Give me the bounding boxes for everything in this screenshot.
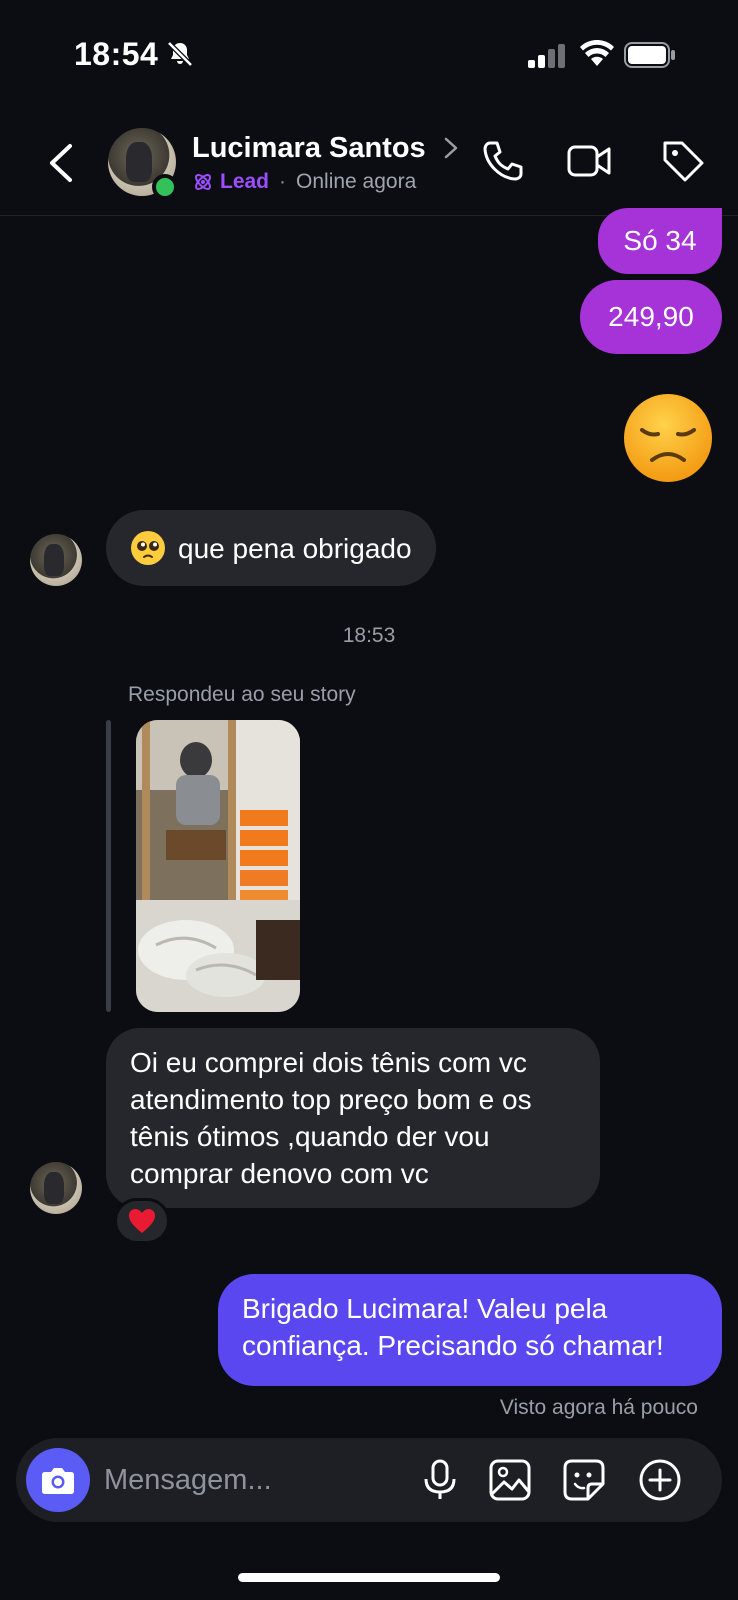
- video-call-icon[interactable]: [566, 138, 612, 184]
- chat-header: Lucimara Santos Lead · Online agora: [0, 110, 738, 216]
- disappointed-face-icon[interactable]: [622, 392, 714, 484]
- story-reply-bar: [106, 720, 111, 1012]
- story-thumbnail[interactable]: [136, 720, 300, 1012]
- contact-avatar-small[interactable]: [30, 1162, 82, 1214]
- incoming-message[interactable]: Oi eu comprei dois tênis com vc atendime…: [106, 1028, 600, 1208]
- lead-label: Lead: [220, 170, 270, 193]
- incoming-message[interactable]: que pena obrigado: [106, 510, 436, 586]
- message-composer: [16, 1438, 722, 1522]
- home-indicator[interactable]: [238, 1573, 500, 1582]
- outgoing-message[interactable]: 249,90: [580, 280, 722, 354]
- chevron-right-icon[interactable]: [442, 134, 460, 162]
- heart-icon: [129, 1209, 155, 1233]
- pleading-face-icon: [131, 531, 165, 565]
- contact-subtitle: Lead · Online agora: [192, 170, 416, 194]
- online-status-dot: [152, 174, 178, 200]
- lead-atom-icon: [195, 174, 211, 190]
- outgoing-message[interactable]: Brigado Lucimara! Valeu pela confiança. …: [218, 1274, 722, 1386]
- reaction-badge[interactable]: [114, 1198, 170, 1244]
- phone-icon[interactable]: [480, 138, 526, 184]
- sticker-icon[interactable]: [562, 1458, 606, 1502]
- battery-icon: [624, 42, 675, 68]
- wifi-icon: [580, 40, 614, 66]
- camera-icon: [42, 1468, 74, 1494]
- message-input[interactable]: [104, 1456, 404, 1504]
- back-arrow-icon[interactable]: [42, 140, 78, 186]
- subtitle-separator: ·: [279, 170, 287, 193]
- outgoing-message[interactable]: Só 34: [598, 208, 722, 274]
- story-image-icon: [136, 720, 300, 1012]
- bell-muted-icon: [167, 41, 193, 67]
- camera-button[interactable]: [26, 1448, 90, 1512]
- microphone-icon[interactable]: [418, 1458, 462, 1502]
- tag-icon[interactable]: [660, 138, 706, 184]
- add-circle-icon[interactable]: [638, 1458, 682, 1502]
- story-reply-caption: Respondeu ao seu story: [128, 683, 356, 706]
- contact-name[interactable]: Lucimara Santos: [192, 132, 426, 165]
- chat-timestamp: 18:53: [342, 624, 396, 647]
- status-bar: 18:54: [0, 0, 738, 110]
- presence-text: Online agora: [296, 170, 417, 193]
- incoming-message-text: que pena obrigado: [178, 532, 412, 564]
- gallery-icon[interactable]: [488, 1458, 532, 1502]
- cellular-signal-icon: [528, 44, 565, 68]
- contact-avatar-small[interactable]: [30, 534, 82, 586]
- status-time: 18:54: [74, 36, 159, 72]
- seen-status: Visto agora há pouco: [499, 1396, 698, 1419]
